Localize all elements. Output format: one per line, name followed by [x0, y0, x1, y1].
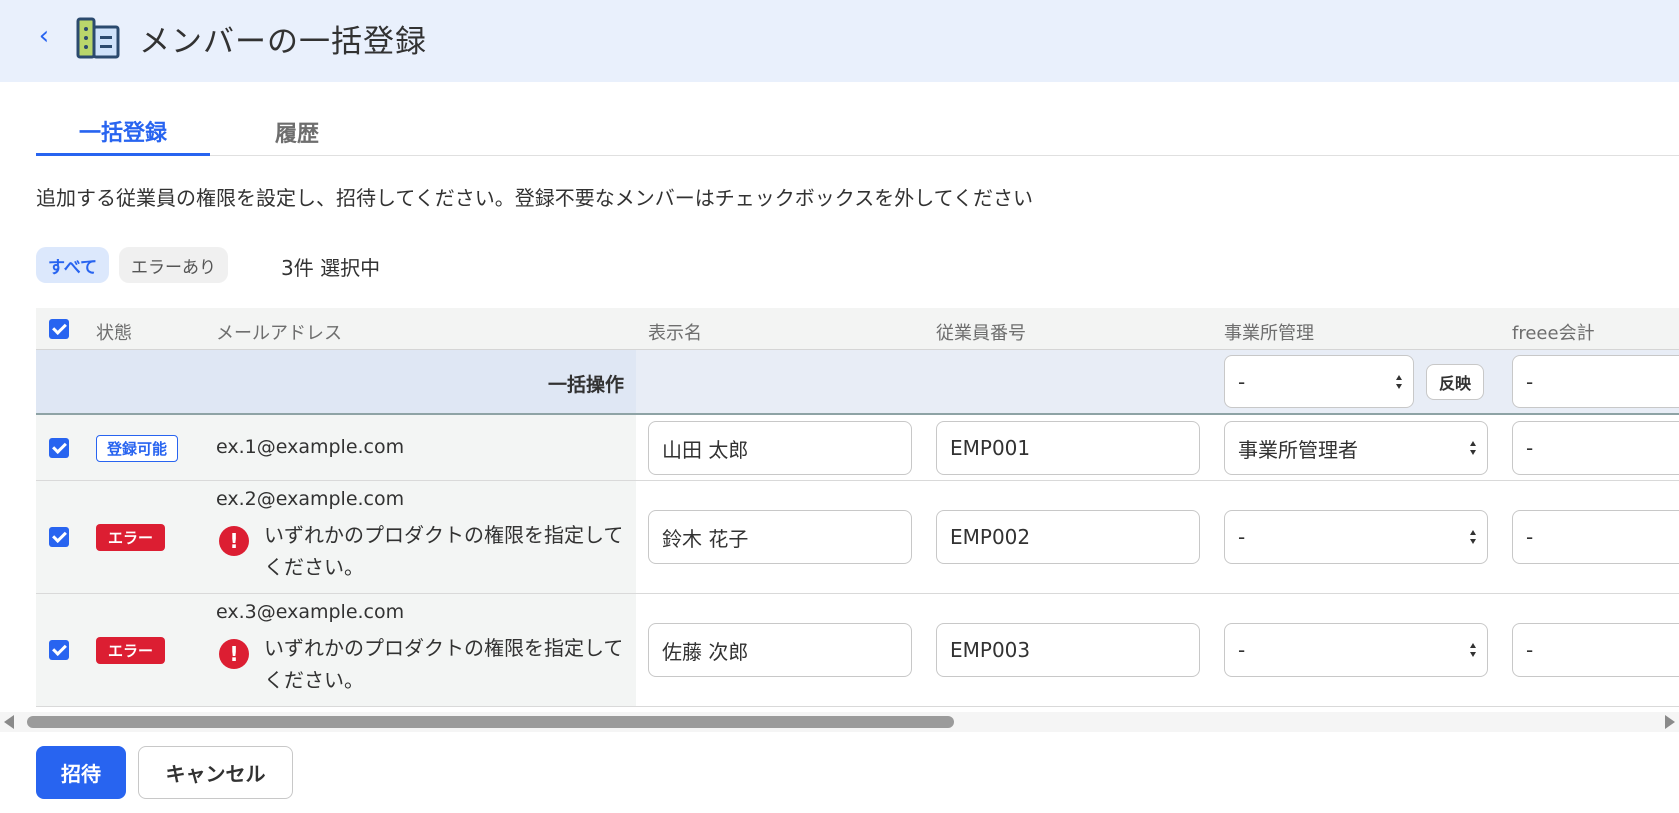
status-badge: エラー — [96, 637, 166, 664]
chevron-left-icon[interactable]: ‹ — [30, 21, 58, 51]
email-text: ex.1@example.com — [216, 436, 405, 458]
error-icon: ! — [219, 526, 249, 556]
bulk-reflect-button[interactable]: 反映 — [1426, 364, 1485, 400]
sort-caret-icon — [1396, 375, 1402, 389]
sort-caret-icon — [1470, 441, 1476, 455]
selected-count: 3件 選択中 — [281, 256, 381, 280]
tab-history[interactable]: 履歴 — [210, 108, 384, 156]
instructions-text: 追加する従業員の権限を設定し、招待してください。登録不要なメンバーはチェックボッ… — [36, 186, 1033, 210]
employee-no-input[interactable]: EMP001 — [936, 421, 1200, 475]
horizontal-scrollbar[interactable] — [0, 712, 1679, 732]
error-icon: ! — [219, 639, 249, 669]
column-header-freee: freee会計 — [1512, 323, 1595, 344]
bulk-freee-select[interactable]: - — [1512, 355, 1679, 408]
column-header-email: メールアドレス — [216, 323, 342, 344]
bulk-operation-row: 一括操作 - 反映 - — [36, 350, 1679, 415]
row-checkbox[interactable] — [49, 640, 69, 660]
row-checkbox[interactable] — [49, 438, 69, 458]
column-header-display-name: 表示名 — [648, 323, 702, 344]
table-header: 状態 メールアドレス 表示名 従業員番号 事業所管理 freee会計 — [36, 308, 1679, 350]
filter-errors-button[interactable]: エラーあり — [119, 247, 228, 283]
table-row: エラー ex.2@example.com ! いずれかのプロダクトの権限を指定し… — [36, 481, 1679, 594]
sort-caret-icon — [1470, 530, 1476, 544]
office-admin-select[interactable]: - — [1224, 510, 1488, 564]
status-badge: エラー — [96, 524, 166, 551]
tab-bar: 一括登録 履歴 — [36, 108, 1679, 156]
members-table: 状態 メールアドレス 表示名 従業員番号 事業所管理 freee会計 一括操作 … — [36, 308, 1679, 708]
error-message: いずれかのプロダクトの権限を指定してください。 — [264, 523, 624, 579]
display-name-input[interactable]: 山田 太郎 — [648, 421, 912, 475]
scroll-right-arrow-icon[interactable] — [1665, 715, 1675, 729]
freee-select[interactable]: - — [1512, 623, 1679, 677]
freee-select[interactable]: - — [1512, 510, 1679, 564]
table-row: エラー ex.3@example.com ! いずれかのプロダクトの権限を指定し… — [36, 594, 1679, 707]
scrollbar-thumb[interactable] — [27, 716, 954, 728]
status-badge: 登録可能 — [96, 435, 179, 462]
email-text: ex.3@example.com — [216, 601, 405, 623]
cancel-button[interactable]: キャンセル — [138, 746, 293, 799]
table-row: 登録可能 ex.1@example.com 山田 太郎 EMP001 事業所管理… — [36, 415, 1679, 481]
error-message: いずれかのプロダクトの権限を指定してください。 — [264, 636, 624, 692]
bulk-operation-label: 一括操作 — [547, 374, 624, 396]
column-header-office-admin: 事業所管理 — [1224, 323, 1314, 344]
building-icon — [76, 17, 120, 59]
sort-caret-icon — [1470, 643, 1476, 657]
bulk-office-admin-select[interactable]: - — [1224, 355, 1414, 408]
office-admin-select[interactable]: 事業所管理者 — [1224, 421, 1488, 475]
office-admin-select[interactable]: - — [1224, 623, 1488, 677]
page-title: メンバーの一括登録 — [139, 24, 427, 60]
employee-no-input[interactable]: EMP003 — [936, 623, 1200, 677]
filter-all-button[interactable]: すべて — [36, 247, 110, 283]
select-all-checkbox[interactable] — [49, 319, 69, 339]
scroll-left-arrow-icon[interactable] — [4, 715, 14, 729]
invite-button[interactable]: 招待 — [36, 746, 126, 799]
tab-bulk-register[interactable]: 一括登録 — [36, 108, 210, 156]
page-header: ‹ メンバーの一括登録 — [0, 0, 1679, 82]
column-header-employee-no: 従業員番号 — [936, 323, 1026, 344]
column-header-status: 状態 — [96, 323, 132, 344]
display-name-input[interactable]: 佐藤 次郎 — [648, 623, 912, 677]
freee-select[interactable]: - — [1512, 421, 1679, 475]
employee-no-input[interactable]: EMP002 — [936, 510, 1200, 564]
email-text: ex.2@example.com — [216, 488, 405, 510]
display-name-input[interactable]: 鈴木 花子 — [648, 510, 912, 564]
row-checkbox[interactable] — [49, 527, 69, 547]
